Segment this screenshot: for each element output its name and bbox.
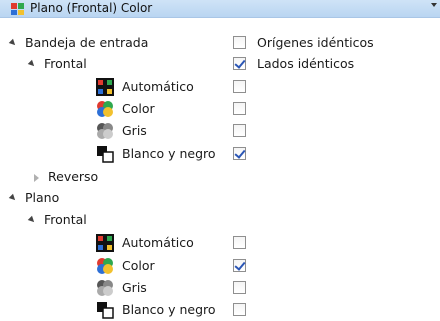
tree-node-bandeja-frontal[interactable]: Frontal Lados idénticos (0, 54, 440, 75)
item-label: Automático (122, 79, 194, 94)
color-checkbox[interactable] (233, 259, 246, 272)
expand-arrow-icon[interactable] (8, 38, 18, 48)
tree-node-plano[interactable]: Plano (0, 188, 440, 209)
tree-item-plano-automatico[interactable]: Automático (0, 233, 440, 254)
tree-item-plano-blanco-negro[interactable]: Blanco y negro (0, 300, 440, 321)
black-white-icon (97, 302, 114, 319)
expand-arrow-icon[interactable] (27, 59, 37, 69)
tree-label-plano: Plano (25, 190, 60, 205)
tree-label-frontal: Frontal (44, 56, 87, 71)
chevron-down-icon[interactable] (431, 3, 437, 7)
scan-config-dropdown[interactable]: Plano (Frontal) Color (0, 0, 440, 18)
black-white-icon (97, 146, 114, 163)
color-icon (97, 101, 113, 117)
color-config-icon (11, 3, 24, 15)
tree-label-bandeja: Bandeja de entrada (25, 35, 149, 50)
color-checkbox[interactable] (233, 102, 246, 115)
color-icon (97, 258, 113, 274)
lados-identicos-label: Lados idénticos (257, 56, 355, 71)
item-label: Color (122, 101, 155, 116)
tree-node-plano-frontal[interactable]: Frontal (0, 210, 440, 231)
item-label: Blanco y negro (122, 146, 216, 161)
tree-item-bandeja-color[interactable]: Color (0, 99, 440, 120)
automatic-color-icon (96, 234, 114, 252)
tree-item-plano-gris[interactable]: Gris (0, 278, 440, 299)
item-label: Color (122, 258, 155, 273)
tree-item-bandeja-gris[interactable]: Gris (0, 121, 440, 142)
grayscale-icon (97, 280, 113, 296)
tree-item-plano-color[interactable]: Color (0, 256, 440, 277)
expand-arrow-icon[interactable] (27, 215, 37, 225)
dropdown-selected-label: Plano (Frontal) Color (30, 1, 153, 15)
origenes-identicos-label: Orígenes idénticos (257, 35, 374, 50)
lados-identicos-checkbox[interactable] (233, 57, 246, 70)
tree-label-reverso: Reverso (48, 169, 99, 184)
gris-checkbox[interactable] (233, 124, 246, 137)
tree-label-frontal: Frontal (44, 212, 87, 227)
gris-checkbox[interactable] (233, 281, 246, 294)
automatico-checkbox[interactable] (233, 236, 246, 249)
expand-arrow-icon[interactable] (34, 174, 39, 182)
automatico-checkbox[interactable] (233, 80, 246, 93)
automatic-color-icon (96, 78, 114, 96)
origenes-identicos-checkbox[interactable] (233, 36, 246, 49)
tree-node-reverso[interactable]: Reverso (0, 167, 440, 188)
item-label: Automático (122, 235, 194, 250)
tree-item-bandeja-blanco-negro[interactable]: Blanco y negro (0, 144, 440, 165)
tree-item-bandeja-automatico[interactable]: Automático (0, 77, 440, 98)
expand-arrow-icon[interactable] (8, 193, 18, 203)
blanco-negro-checkbox[interactable] (233, 303, 246, 316)
item-label: Gris (122, 123, 147, 138)
blanco-negro-checkbox[interactable] (233, 147, 246, 160)
item-label: Blanco y negro (122, 302, 216, 317)
tree-node-bandeja[interactable]: Bandeja de entrada Orígenes idénticos (0, 33, 440, 54)
grayscale-icon (97, 123, 113, 139)
item-label: Gris (122, 280, 147, 295)
